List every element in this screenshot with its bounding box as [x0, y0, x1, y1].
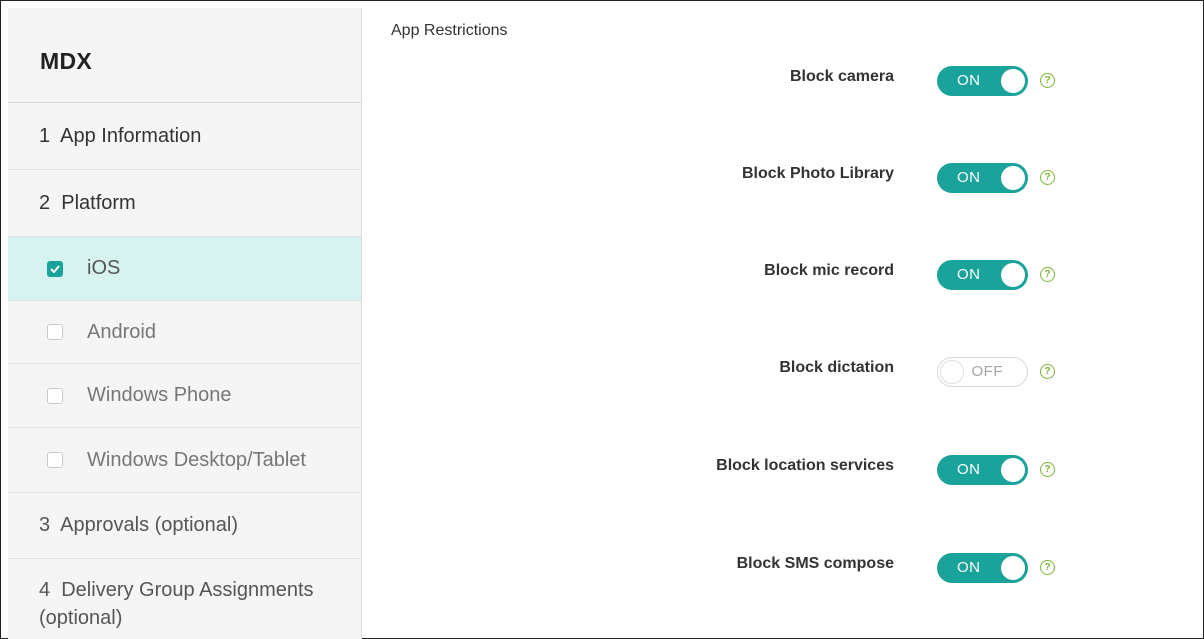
- help-icon[interactable]: ?: [1040, 364, 1055, 379]
- checkbox-icon[interactable]: [47, 387, 63, 404]
- setting-label: Block Photo Library: [741, 165, 894, 182]
- help-icon[interactable]: ?: [1040, 73, 1055, 88]
- setting-label: Block dictation: [779, 359, 894, 376]
- toggle-state-label: OFF: [971, 363, 1003, 380]
- toggle-knob: [1001, 69, 1025, 93]
- setting-row-block-location-services: Block location services ON ?: [370, 447, 1204, 487]
- toggle-knob: [1001, 263, 1025, 287]
- platform-item-ios[interactable]: iOS: [8, 237, 361, 301]
- step-label: 3 Approvals (optional): [39, 514, 239, 536]
- setting-label: Block location services: [716, 457, 894, 474]
- step-label: 4 Delivery Group Assignments: [39, 579, 314, 601]
- setting-row-block-mic-record: Block mic record ON ?: [370, 252, 1204, 292]
- toggle-state-label: ON: [957, 266, 981, 283]
- sidebar-title: MDX: [8, 8, 361, 103]
- toggle-knob: [1001, 166, 1025, 190]
- toggle-knob: [1001, 458, 1025, 482]
- step-label: 1 App Information: [39, 124, 202, 147]
- setting-row-block-dictation: Block dictation OFF ?: [370, 349, 1204, 389]
- toggle-knob: [1001, 556, 1025, 580]
- platform-item-windows-phone[interactable]: Windows Phone: [8, 364, 361, 428]
- sidebar: MDX 1 App Information 2 Platform iOS And…: [8, 8, 362, 639]
- toggle-knob: [940, 360, 964, 384]
- help-icon[interactable]: ?: [1040, 267, 1055, 282]
- toggle-switch[interactable]: OFF: [937, 357, 1028, 387]
- toggle-switch[interactable]: ON: [937, 260, 1028, 290]
- platform-item-windows-desktop-tablet[interactable]: Windows Desktop/Tablet: [8, 428, 361, 493]
- checkbox-icon[interactable]: [47, 324, 63, 340]
- platform-label: Windows Phone: [87, 384, 232, 406]
- step-label: 2 Platform: [39, 191, 136, 214]
- sidebar-step-platform[interactable]: 2 Platform: [8, 170, 361, 237]
- toggle-switch[interactable]: ON: [937, 455, 1028, 485]
- toggle-state-label: ON: [957, 169, 981, 186]
- toggle-state-label: ON: [957, 72, 981, 89]
- platform-label: Android: [87, 320, 156, 343]
- platform-item-android[interactable]: Android: [8, 301, 361, 364]
- sidebar-step-approvals[interactable]: 3 Approvals (optional): [8, 493, 361, 559]
- toggle-state-label: ON: [957, 559, 981, 576]
- sidebar-step-app-information[interactable]: 1 App Information: [8, 103, 361, 170]
- platform-label: Windows Desktop/Tablet: [87, 448, 306, 471]
- help-icon[interactable]: ?: [1040, 170, 1055, 185]
- section-title: App Restrictions: [391, 22, 508, 39]
- help-icon[interactable]: ?: [1040, 462, 1055, 477]
- checkbox-checked-icon[interactable]: [47, 260, 63, 277]
- setting-label: Block mic record: [764, 262, 894, 279]
- checkbox-icon[interactable]: [47, 452, 63, 468]
- step-label-continued: (optional): [39, 607, 123, 629]
- toggle-state-label: ON: [957, 461, 981, 478]
- toggle-switch[interactable]: ON: [937, 66, 1028, 96]
- setting-row-block-sms-compose: Block SMS compose ON ?: [370, 545, 1204, 585]
- setting-label: Block camera: [789, 68, 894, 85]
- toggle-switch[interactable]: ON: [937, 163, 1028, 193]
- platform-label: iOS: [87, 257, 121, 279]
- setting-row-block-photo-library: Block Photo Library ON ?: [370, 155, 1204, 195]
- setting-row-block-camera: Block camera ON ?: [370, 58, 1204, 98]
- setting-label: Block SMS compose: [736, 555, 894, 572]
- sidebar-step-delivery-group[interactable]: 4 Delivery Group Assignments (optional): [8, 559, 361, 629]
- toggle-switch[interactable]: ON: [937, 553, 1028, 583]
- help-icon[interactable]: ?: [1040, 560, 1055, 575]
